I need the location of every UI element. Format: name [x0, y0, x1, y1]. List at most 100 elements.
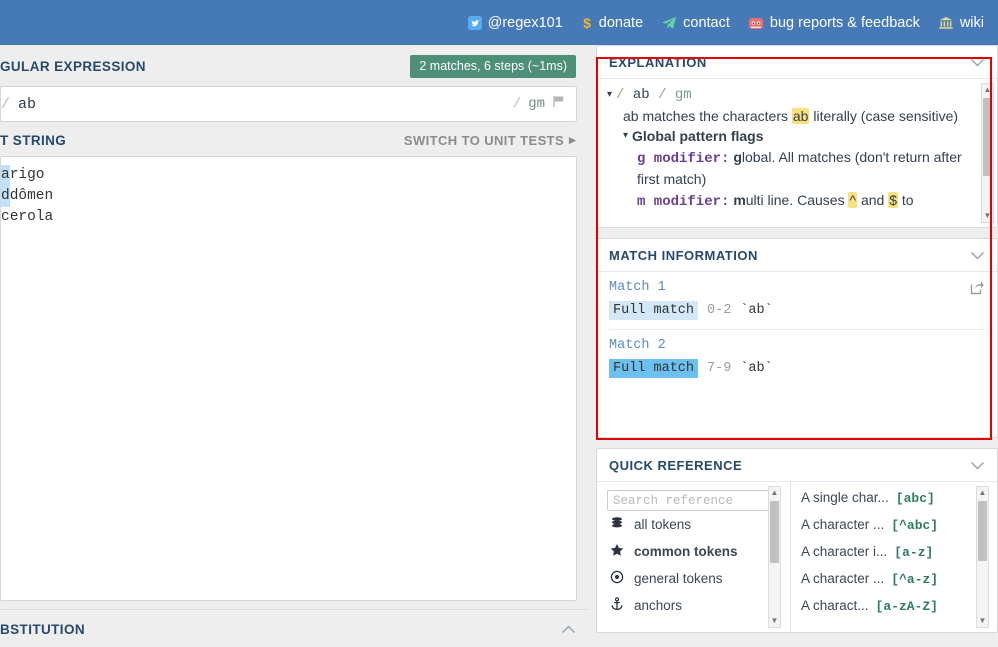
quick-reference-token-desc: A character ...	[801, 517, 885, 532]
explanation-scrollbar[interactable]: ▲ ▼	[981, 83, 994, 223]
quick-reference-category-general-tokens[interactable]: general tokens	[607, 565, 779, 592]
quick-reference-category-label: common tokens	[634, 544, 738, 559]
top-navigation-bar: @regex101 $ donate contact bug reports &…	[0, 0, 998, 45]
explanation-pattern-row[interactable]: ▾ / ab / gm	[607, 85, 973, 106]
scrollbar-thumb[interactable]	[770, 501, 779, 563]
scroll-up-arrow-icon[interactable]: ▲	[979, 487, 987, 499]
nav-link-twitter-label: @regex101	[487, 14, 563, 31]
explanation-literal-text-1: matches the characters	[638, 107, 792, 124]
match-row[interactable]: Full match 0-2 `ab`	[609, 301, 985, 329]
chevron-down-icon[interactable]	[970, 459, 985, 472]
quick-reference-token-row[interactable]: A single char... [abc]	[801, 490, 997, 517]
quick-reference-category-common-tokens[interactable]: common tokens ✔	[607, 538, 779, 565]
stack-icon	[609, 516, 625, 533]
twitter-icon	[467, 15, 482, 30]
explanation-slash-close: /	[658, 87, 667, 103]
nav-link-donate[interactable]: $ donate	[581, 15, 643, 31]
test-string-line: a rigo	[1, 165, 576, 186]
nav-link-wiki[interactable]: wiki	[938, 15, 984, 31]
explanation-m-modifier-text-1: ulti line. Causes	[745, 191, 849, 208]
explanation-slash-open: /	[616, 87, 625, 103]
triangle-down-icon[interactable]: ▾	[607, 85, 612, 105]
full-match-badge[interactable]: Full match	[609, 301, 699, 320]
substitution-header[interactable]: BSTITUTION	[0, 609, 590, 647]
explanation-g-modifier-initial: g	[733, 148, 742, 165]
dollar-icon: $	[581, 15, 593, 31]
regex-pattern-area[interactable]: / ab	[1, 96, 36, 113]
nav-link-bug-reports-label: bug reports & feedback	[769, 14, 920, 31]
quick-reference-category-label: all tokens	[634, 517, 692, 532]
explanation-g-modifier-key: g modifier	[637, 150, 722, 167]
explanation-m-modifier-text-3: to	[898, 191, 914, 208]
explanation-panel-header[interactable]: EXPLANATION	[597, 46, 997, 79]
quick-reference-token-row[interactable]: A character ... [^a-z]	[801, 571, 997, 598]
scrollbar-thumb[interactable]	[983, 98, 992, 176]
quick-reference-token-row[interactable]: A character ... [^abc]	[801, 517, 997, 544]
quick-reference-panel: QUICK REFERENCE all tokens comm	[596, 448, 998, 633]
triangle-down-icon[interactable]: ▾	[623, 126, 628, 146]
scrollbar-track[interactable]	[982, 96, 993, 210]
explanation-flags-group-row[interactable]: ▾ Global pattern flags	[607, 126, 973, 147]
explanation-literal-text-2: literally (case sensitive)	[809, 107, 959, 124]
explanation-literal-token: ab	[623, 107, 639, 124]
telegram-icon	[661, 16, 677, 30]
quick-reference-token-row[interactable]: A character i... [a-z]	[801, 544, 997, 571]
test-string-input[interactable]: a rigo d dômen cerola	[0, 156, 577, 601]
quick-reference-tokens-scrollbar[interactable]: ▲ ▼	[976, 486, 989, 628]
explanation-g-modifier-colon: :	[721, 150, 730, 167]
test-string-line-text: cerola	[1, 209, 54, 225]
scroll-down-arrow-icon[interactable]: ▼	[984, 210, 992, 222]
explanation-m-modifier-row: m modifier: multi line. Causes ^ and $ t…	[607, 190, 973, 213]
match-information-panel-header[interactable]: MATCH INFORMATION	[597, 239, 997, 272]
quick-reference-token-row[interactable]: A charact... [a-zA-Z]	[801, 598, 997, 625]
regex-flags-value[interactable]: gm	[528, 96, 545, 112]
quick-reference-category-label: anchors	[634, 598, 683, 613]
regex-input[interactable]: ab	[18, 96, 36, 113]
chevron-right-icon: ▸	[569, 132, 576, 147]
explanation-m-modifier-text-2: and	[857, 191, 889, 208]
scrollbar-track[interactable]	[977, 499, 988, 615]
share-icon[interactable]	[970, 280, 985, 300]
quick-reference-body: all tokens common tokens ✔ general token…	[597, 482, 997, 632]
scroll-down-arrow-icon[interactable]: ▼	[771, 615, 779, 627]
match-label: Match 1	[609, 280, 666, 295]
chevron-down-icon[interactable]	[970, 56, 985, 69]
regex-input-row[interactable]: / ab / gm	[0, 86, 577, 122]
scroll-down-arrow-icon[interactable]: ▼	[979, 615, 987, 627]
chevron-down-icon[interactable]	[970, 249, 985, 262]
nav-link-contact[interactable]: contact	[661, 15, 730, 31]
nav-link-wiki-label: wiki	[959, 14, 984, 31]
quick-reference-token-syntax: [^abc]	[891, 518, 939, 533]
nav-link-contact-label: contact	[683, 14, 730, 31]
search-reference-input[interactable]	[607, 490, 775, 511]
target-icon	[609, 570, 625, 587]
regex-flags-area[interactable]: / gm	[513, 95, 566, 113]
full-match-badge[interactable]: Full match	[609, 359, 699, 378]
explanation-m-modifier-key: m modifier	[637, 193, 722, 210]
switch-to-unit-tests-link[interactable]: SWITCH TO UNIT TESTS ▸	[404, 132, 576, 148]
nav-link-bug-reports[interactable]: bug reports & feedback	[748, 15, 920, 31]
chevron-up-icon[interactable]	[561, 623, 576, 636]
match-range: 7-9	[707, 361, 732, 376]
nav-link-twitter[interactable]: @regex101	[467, 14, 563, 31]
editor-column: GULAR EXPRESSION 2 matches, 6 steps (~1m…	[0, 45, 590, 647]
quick-reference-category-anchors[interactable]: anchors	[607, 592, 779, 619]
quick-reference-token-desc: A single char...	[801, 490, 889, 505]
quick-reference-panel-header[interactable]: QUICK REFERENCE	[597, 449, 997, 482]
nav-link-donate-label: donate	[598, 14, 644, 31]
regex-open-delimiter: /	[1, 95, 11, 113]
match-row[interactable]: Full match 7-9 `ab`	[609, 359, 985, 387]
match-divider	[609, 329, 985, 330]
flag-icon[interactable]	[552, 95, 566, 113]
quick-reference-categories-scrollbar[interactable]: ▲ ▼	[768, 486, 781, 628]
scroll-up-arrow-icon[interactable]: ▲	[771, 487, 779, 499]
regex-close-delimiter: /	[512, 96, 522, 112]
quick-reference-category-all-tokens[interactable]: all tokens	[607, 511, 779, 538]
scroll-up-arrow-icon[interactable]: ▲	[984, 84, 992, 96]
scrollbar-thumb[interactable]	[978, 501, 987, 561]
explanation-flags-text: gm	[674, 87, 692, 103]
github-icon	[748, 16, 764, 30]
match-value: `ab`	[740, 361, 773, 376]
test-string-header: T STRING SWITCH TO UNIT TESTS ▸	[0, 122, 590, 156]
scrollbar-track[interactable]	[769, 499, 780, 615]
